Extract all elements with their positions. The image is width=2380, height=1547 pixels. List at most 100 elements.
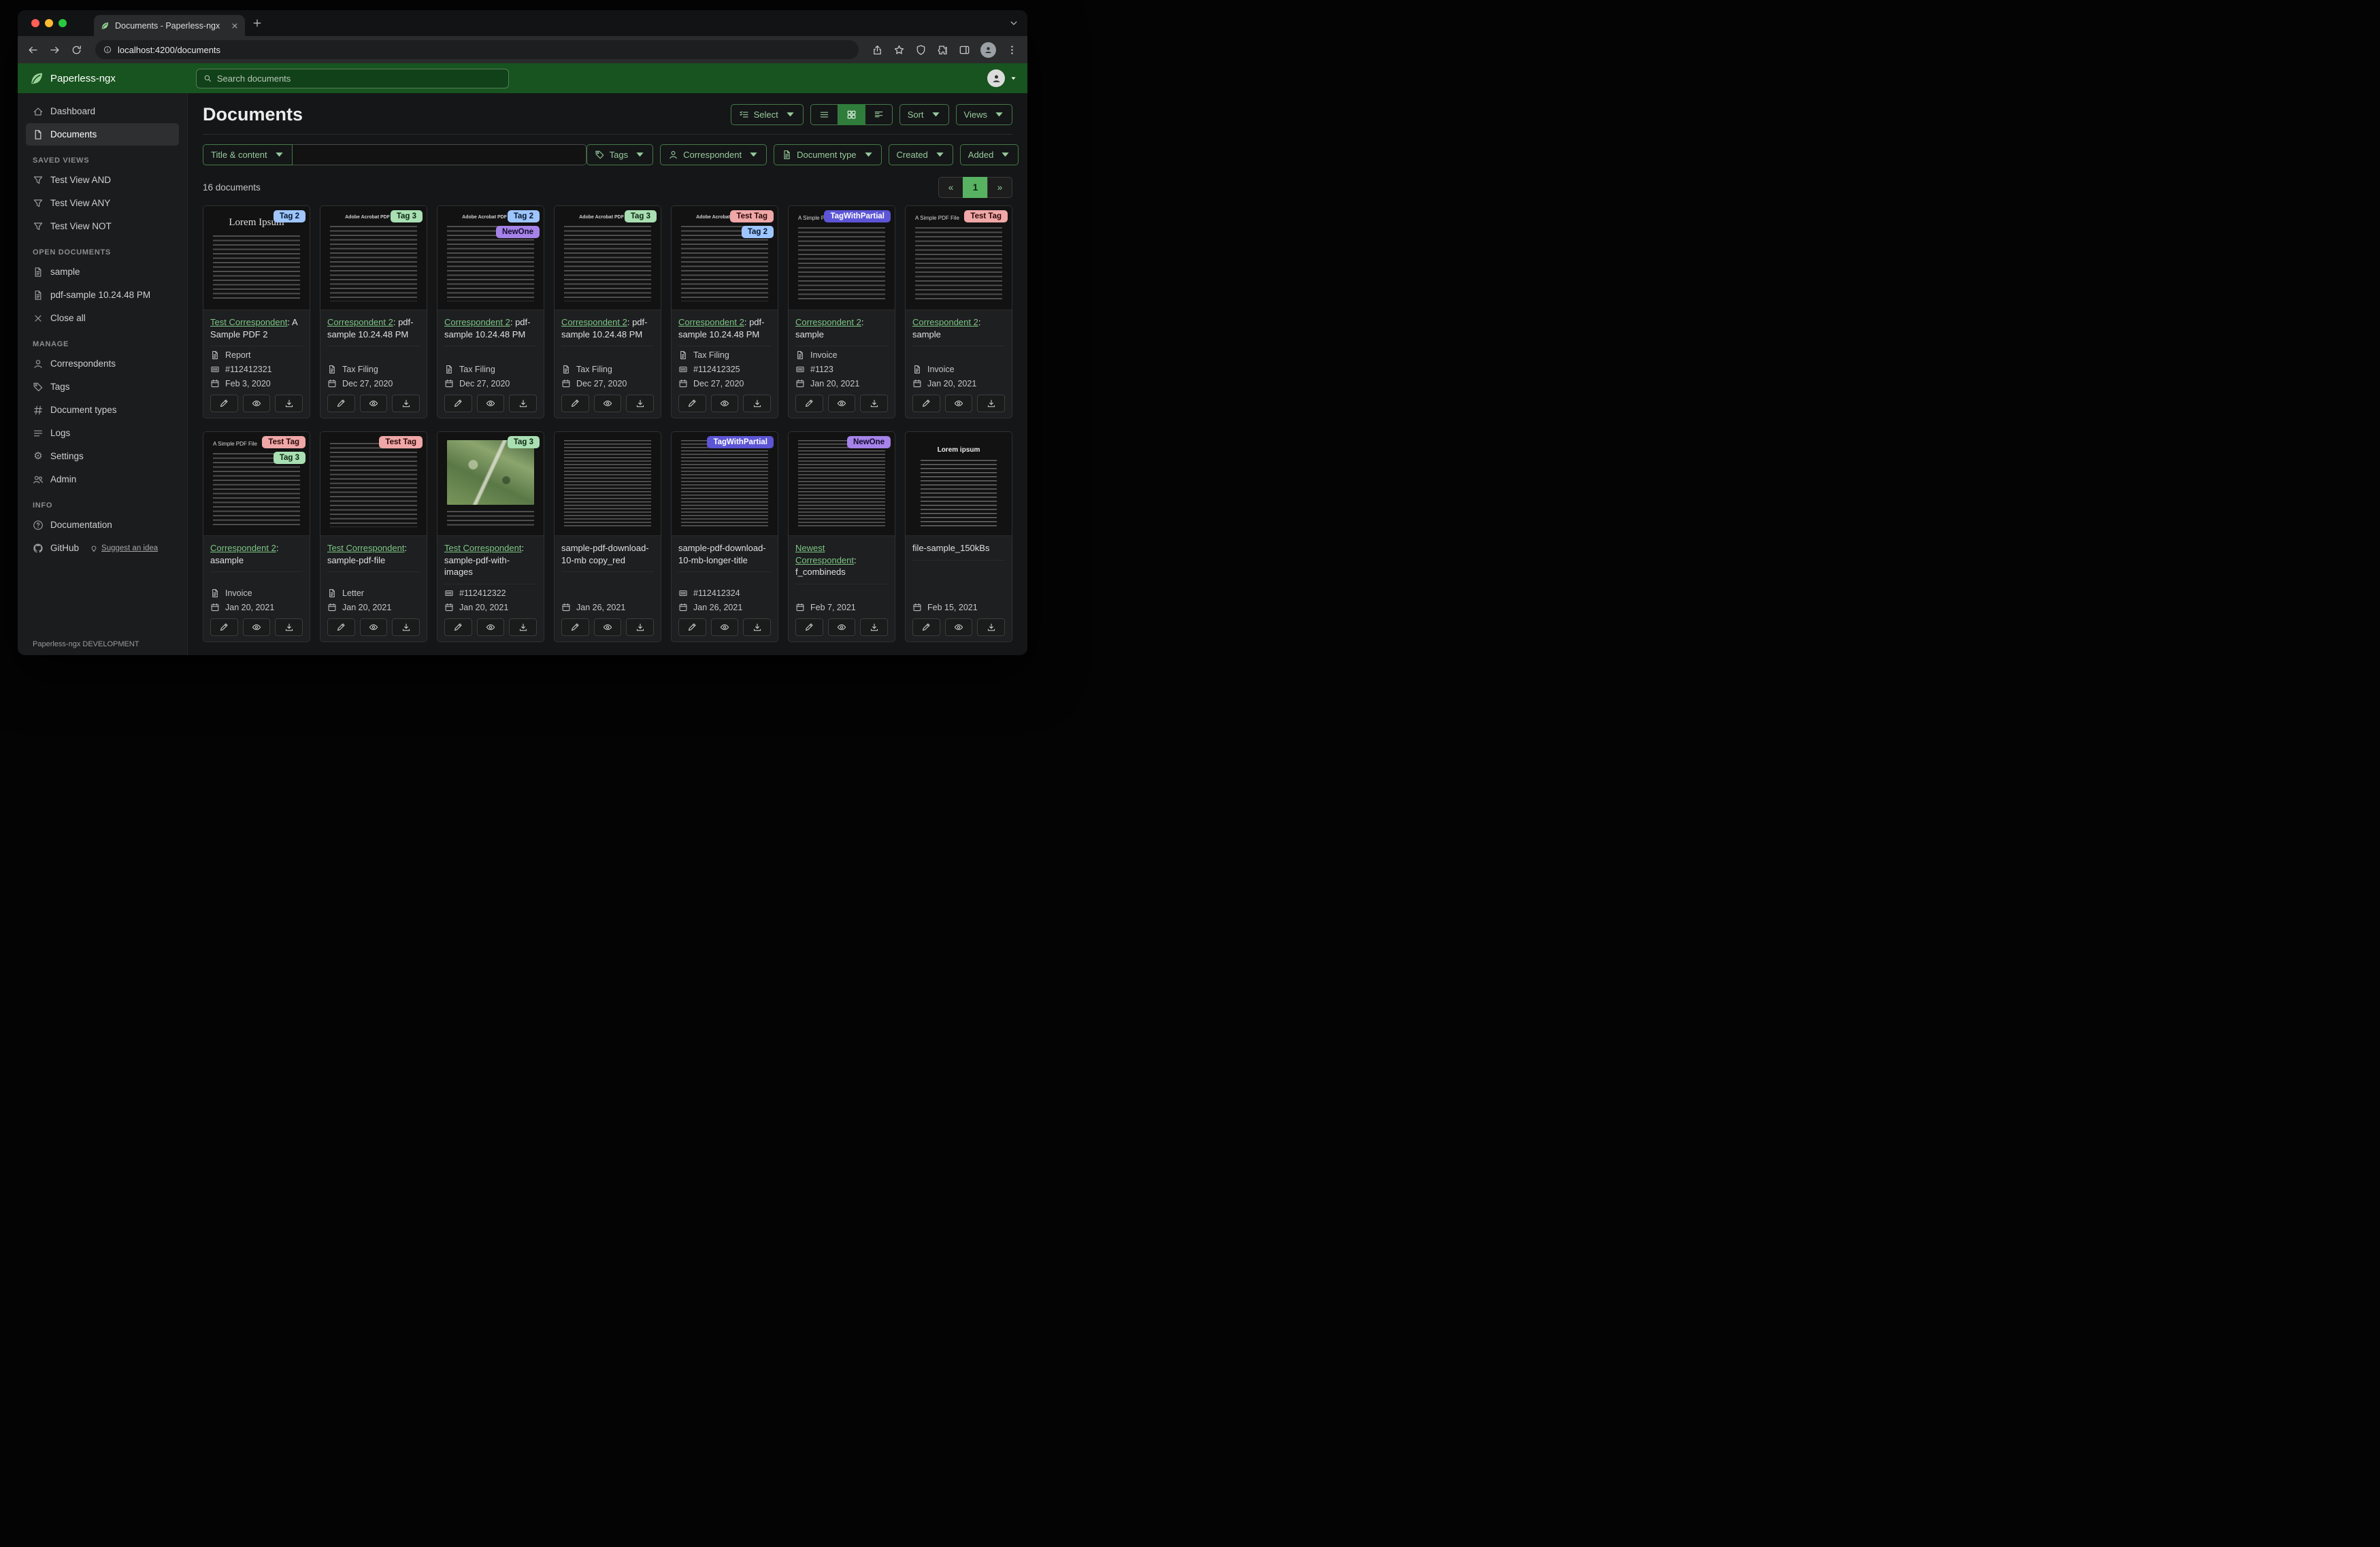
view-document-button[interactable] <box>827 618 856 636</box>
view-document-button[interactable] <box>593 618 622 636</box>
edit-document-button[interactable] <box>912 395 940 413</box>
document-thumbnail[interactable]: Adobe Acrobat PDF Files Tag 3 <box>320 206 427 310</box>
filter-correspondent-button[interactable]: Correspondent <box>660 144 767 165</box>
download-document-button[interactable] <box>275 618 303 636</box>
document-thumbnail[interactable]: A Simple PDF File Test Tag <box>906 206 1012 310</box>
filter-created-button[interactable]: Created <box>888 144 953 165</box>
edit-document-button[interactable] <box>444 395 472 413</box>
back-button[interactable] <box>27 44 39 56</box>
sidebar-item-test-view-and[interactable]: Test View AND <box>26 169 179 191</box>
views-button[interactable]: Views <box>955 104 1012 125</box>
download-document-button[interactable] <box>392 395 420 413</box>
correspondent-link[interactable]: Correspondent 2 <box>444 317 510 327</box>
sort-button[interactable]: Sort <box>899 104 949 125</box>
sidebar-item-sample[interactable]: sample <box>26 261 179 283</box>
document-thumbnail[interactable]: Lorem Ipsum Tag 2 <box>203 206 310 310</box>
view-document-button[interactable] <box>359 395 388 413</box>
download-document-button[interactable] <box>626 395 655 413</box>
sidebar-item-correspondents[interactable]: Correspondents <box>26 352 179 375</box>
download-document-button[interactable] <box>509 618 538 636</box>
correspondent-link[interactable]: Correspondent 2 <box>561 317 627 327</box>
tag-badge-newone[interactable]: NewOne <box>495 226 540 238</box>
correspondent-link[interactable]: Correspondent 2 <box>795 317 861 327</box>
sidebar-item-test-view-not[interactable]: Test View NOT <box>26 215 179 237</box>
sidebar-item-test-view-any[interactable]: Test View ANY <box>26 192 179 214</box>
sidebar-link-suggest-an-idea[interactable]: Suggest an idea <box>90 544 158 552</box>
download-document-button[interactable] <box>275 395 303 413</box>
document-thumbnail[interactable]: Adobe Acrobat PDF Files Test Tag Tag 2 <box>672 206 778 310</box>
tab-search-icon[interactable] <box>1008 18 1019 29</box>
correspondent-link[interactable]: Correspondent 2 <box>210 543 276 553</box>
select-button[interactable]: Select <box>730 104 804 125</box>
correspondent-link[interactable]: Correspondent 2 <box>327 317 393 327</box>
sidebar-item-admin[interactable]: Admin <box>26 468 179 490</box>
view-document-button[interactable] <box>710 618 739 636</box>
filter-tags-button[interactable]: Tags <box>586 144 654 165</box>
document-thumbnail[interactable]: NewOne <box>789 432 895 537</box>
sidebar-item-logs[interactable]: Logs <box>26 422 179 444</box>
filter-document-type-button[interactable]: Document type <box>774 144 882 165</box>
pager-prev-button[interactable]: « <box>938 177 963 198</box>
filter-field-button[interactable]: Title & content <box>203 144 293 165</box>
download-document-button[interactable] <box>392 618 420 636</box>
browser-profile-avatar[interactable] <box>980 41 996 58</box>
bookmark-icon[interactable] <box>893 44 905 56</box>
view-document-button[interactable] <box>242 618 271 636</box>
document-thumbnail[interactable] <box>555 432 661 537</box>
download-document-button[interactable] <box>626 618 655 636</box>
document-thumbnail[interactable]: A Simple PDF File TagWithPartial <box>789 206 895 310</box>
browser-menu-icon[interactable] <box>1006 44 1018 56</box>
close-window-button[interactable] <box>31 19 39 27</box>
edit-document-button[interactable] <box>561 395 589 413</box>
edit-document-button[interactable] <box>327 618 355 636</box>
tag-badge-tag-3[interactable]: Tag 3 <box>624 210 657 222</box>
global-search[interactable] <box>195 68 509 88</box>
download-document-button[interactable] <box>977 395 1006 413</box>
edit-document-button[interactable] <box>210 618 238 636</box>
filter-text-input[interactable] <box>292 144 586 165</box>
tag-badge-test-tag[interactable]: Test Tag <box>379 436 423 449</box>
user-menu[interactable] <box>987 69 1017 87</box>
tag-badge-test-tag[interactable]: Test Tag <box>262 436 305 449</box>
document-thumbnail[interactable]: A Simple PDF File Test Tag Tag 3 <box>203 432 310 537</box>
tag-badge-tag-3[interactable]: Tag 3 <box>390 210 423 222</box>
document-thumbnail[interactable]: TagWithPartial <box>672 432 778 537</box>
edit-document-button[interactable] <box>444 618 472 636</box>
zoom-window-button[interactable] <box>59 19 67 27</box>
tag-badge-tag-3[interactable]: Tag 3 <box>273 452 305 465</box>
side-panel-icon[interactable] <box>959 44 970 56</box>
document-thumbnail[interactable]: Adobe Acrobat PDF Files Tag 3 <box>555 206 661 310</box>
correspondent-link[interactable]: Test Correspondent <box>444 543 521 553</box>
filter-added-button[interactable]: Added <box>959 144 1019 165</box>
tag-badge-tag-3[interactable]: Tag 3 <box>507 436 540 449</box>
document-thumbnail[interactable]: Adobe Acrobat PDF Files Tag 2 NewOne <box>437 206 544 310</box>
correspondent-link[interactable]: Test Correspondent <box>327 543 404 553</box>
reload-button[interactable] <box>71 44 82 56</box>
tag-badge-tag-2[interactable]: Tag 2 <box>741 226 774 238</box>
edit-document-button[interactable] <box>561 618 589 636</box>
sidebar-item-pdf-sample-10-24-48-pm[interactable]: pdf-sample 10.24.48 PM <box>26 284 179 306</box>
sidebar-item-documentation[interactable]: Documentation <box>26 514 179 536</box>
edit-document-button[interactable] <box>327 395 355 413</box>
view-document-button[interactable] <box>476 395 505 413</box>
new-tab-button[interactable] <box>252 18 263 29</box>
document-thumbnail[interactable]: Lorem ipsum <box>906 432 1012 537</box>
tag-badge-test-tag[interactable]: Test Tag <box>964 210 1008 222</box>
view-document-button[interactable] <box>593 395 622 413</box>
forward-button[interactable] <box>49 44 61 56</box>
download-document-button[interactable] <box>509 395 538 413</box>
download-document-button[interactable] <box>977 618 1006 636</box>
edit-document-button[interactable] <box>678 618 706 636</box>
view-document-button[interactable] <box>359 618 388 636</box>
download-document-button[interactable] <box>860 618 889 636</box>
search-input[interactable] <box>216 73 501 84</box>
share-icon[interactable] <box>872 44 883 56</box>
view-grid-button[interactable] <box>838 104 865 125</box>
view-list-button[interactable] <box>810 104 838 125</box>
tag-badge-test-tag[interactable]: Test Tag <box>730 210 774 222</box>
download-document-button[interactable] <box>743 395 772 413</box>
correspondent-link[interactable]: Test Correspondent <box>210 317 287 327</box>
site-info-icon[interactable] <box>103 46 112 54</box>
extensions-icon[interactable] <box>937 44 948 56</box>
edit-document-button[interactable] <box>795 395 823 413</box>
